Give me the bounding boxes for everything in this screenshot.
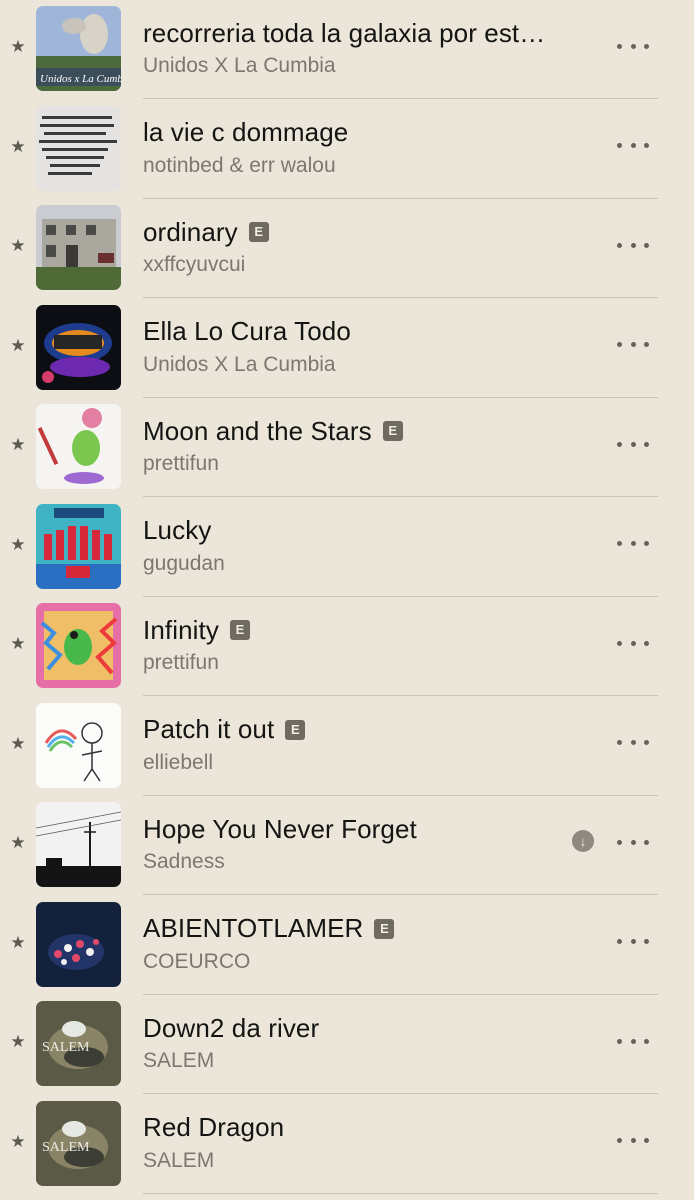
album-artwork xyxy=(36,105,121,191)
track-list: ★ Unidos x La Cumbia recorreria toda la … xyxy=(0,0,694,1200)
album-artwork: Unidos x La Cumbia xyxy=(36,6,121,91)
album-artwork xyxy=(36,702,121,788)
track-row[interactable]: ★ Infinity E prettifun xyxy=(0,597,694,697)
album-artwork xyxy=(36,603,121,688)
track-title: Hope You Never Forget xyxy=(143,813,417,844)
track-row[interactable]: ★ SALEM Down2 da river SALEM xyxy=(0,995,694,1095)
artwork-caption: SALEM xyxy=(42,1140,90,1155)
star-icon: ★ xyxy=(10,534,26,554)
track-row[interactable]: ★ Ella Lo Cura Todo Unidos X La Cumbia xyxy=(0,299,694,399)
star-icon: ★ xyxy=(10,136,26,156)
more-options-button[interactable] xyxy=(615,1026,651,1056)
album-artwork xyxy=(36,304,121,390)
more-options-button[interactable] xyxy=(615,131,651,161)
track-artist: notinbed & err walou xyxy=(143,153,336,177)
star-icon: ★ xyxy=(10,833,26,852)
star-icon: ★ xyxy=(10,435,26,454)
green-creature-cover xyxy=(36,404,121,489)
salem-cover: SALEM xyxy=(36,1001,121,1086)
track-title: Infinity xyxy=(143,614,219,645)
track-artist: gugudan xyxy=(143,551,225,575)
album-artwork xyxy=(36,205,121,290)
more-options-button[interactable] xyxy=(615,728,651,758)
row-separator xyxy=(143,1192,658,1194)
explicit-badge: E xyxy=(374,918,395,939)
track-row[interactable]: ★ SALEM Red Dragon SALEM xyxy=(0,1095,694,1195)
album-artwork: SALEM xyxy=(36,1100,121,1186)
star-icon: ★ xyxy=(10,37,26,56)
more-options-button[interactable] xyxy=(615,529,651,559)
track-row[interactable]: ★ Hope You Never Forget Sadness ↓ xyxy=(0,796,694,896)
star-icon: ★ xyxy=(10,733,26,753)
more-options-button[interactable] xyxy=(615,628,651,658)
group-photo-cover xyxy=(36,503,121,589)
track-artist: prettifun xyxy=(143,651,219,674)
track-artist: prettifun xyxy=(143,452,219,475)
track-artist: xxffcyuvcui xyxy=(143,253,246,276)
track-title: ABIENTOTLAMER xyxy=(143,913,364,943)
star-icon: ★ xyxy=(10,634,26,653)
track-title: Lucky xyxy=(143,515,212,545)
track-row[interactable]: ★ Unidos x La Cumbia recorreria toda la … xyxy=(0,0,694,100)
track-row[interactable]: ★ ABIENTOTLAMER E COEURCO xyxy=(0,896,694,996)
track-title: Ella Lo Cura Todo xyxy=(143,316,351,346)
track-artist: Unidos X La Cumbia xyxy=(143,352,336,376)
track-row[interactable]: ★ ordinary E xxffcyuvcui xyxy=(0,199,694,299)
more-options-button[interactable] xyxy=(615,330,651,360)
track-artist: elliebell xyxy=(143,750,214,774)
text-note-cover xyxy=(36,105,121,191)
track-artist: Sadness xyxy=(143,850,225,873)
power-line-cover xyxy=(36,802,121,887)
more-options-button[interactable] xyxy=(615,1126,651,1156)
album-artwork xyxy=(36,503,121,589)
more-options-button[interactable] xyxy=(615,927,651,957)
album-artwork xyxy=(36,901,121,987)
track-row[interactable]: ★ Moon and the Stars E prettifun xyxy=(0,398,694,498)
more-options-button[interactable] xyxy=(615,230,651,260)
track-title: Patch it out xyxy=(143,714,275,744)
star-icon: ★ xyxy=(10,1032,26,1051)
explicit-badge: E xyxy=(229,620,250,640)
artwork-caption: SALEM xyxy=(42,1040,90,1055)
album-artwork xyxy=(36,802,121,887)
star-icon: ★ xyxy=(10,236,26,255)
sketch-drawing-cover xyxy=(36,702,121,788)
explicit-badge: E xyxy=(382,421,403,441)
track-title: Moon and the Stars xyxy=(143,415,372,446)
download-icon[interactable]: ↓ xyxy=(572,830,594,852)
track-title: Down2 da river xyxy=(143,1012,320,1043)
track-artist: SALEM xyxy=(143,1148,215,1172)
track-artist: COEURCO xyxy=(143,949,251,973)
album-artwork xyxy=(36,404,121,489)
track-title: Red Dragon xyxy=(143,1112,285,1142)
goat-space-cover: Unidos x La Cumbia xyxy=(36,6,121,91)
album-artwork: SALEM xyxy=(36,1001,121,1086)
star-icon: ★ xyxy=(10,1131,26,1151)
track-artist: SALEM xyxy=(143,1049,215,1072)
star-icon: ★ xyxy=(10,335,26,355)
colorful-creature-cover xyxy=(36,603,121,688)
track-artist: Unidos X La Cumbia xyxy=(143,54,336,77)
more-options-button[interactable] xyxy=(615,429,651,459)
salem-cover: SALEM xyxy=(36,1100,121,1186)
track-row[interactable]: ★ la vie c dommage notinbed & err walou xyxy=(0,100,694,200)
track-row[interactable]: ★ Lucky gugudan xyxy=(0,498,694,598)
more-options-button[interactable] xyxy=(615,827,651,857)
neon-logo-cover xyxy=(36,304,121,390)
more-options-button[interactable] xyxy=(615,31,651,61)
explicit-badge: E xyxy=(285,719,306,740)
star-icon: ★ xyxy=(10,932,26,952)
track-title: recorreria toda la galaxia por est… xyxy=(143,17,546,48)
track-row[interactable]: ★ Patch it out E elliebell xyxy=(0,697,694,797)
artwork-caption: Unidos x La Cumbia xyxy=(40,73,121,85)
house-photo-cover xyxy=(36,205,121,290)
track-title: ordinary xyxy=(143,216,238,247)
flowers-dark-cover xyxy=(36,901,121,987)
explicit-badge: E xyxy=(248,222,269,242)
track-title: la vie c dommage xyxy=(143,117,349,147)
